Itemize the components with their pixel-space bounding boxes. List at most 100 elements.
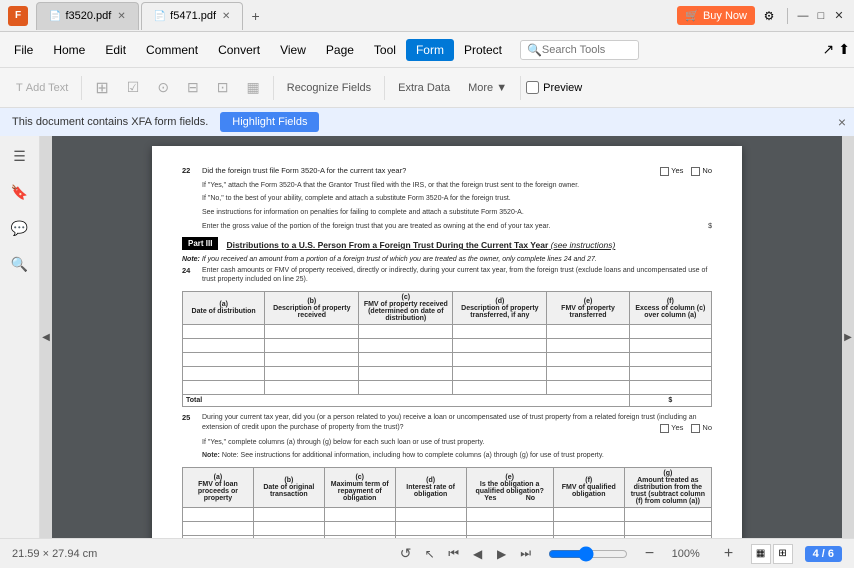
toolbar-icon-btn-6[interactable]: ▦ <box>239 76 268 99</box>
tab-close-1[interactable]: ✕ <box>117 11 125 22</box>
table-25: (a)FMV of loan proceeds or property (b)D… <box>182 467 712 538</box>
checkbox-no-22[interactable] <box>691 167 700 176</box>
zoom-in-button[interactable]: + <box>719 544 739 564</box>
maximize-button[interactable]: □ <box>814 9 828 23</box>
table-24-header-row: (a)Date of distribution (b)Description o… <box>183 292 712 325</box>
rotate-left-button[interactable]: ↺ <box>396 544 416 564</box>
table-row <box>183 325 712 339</box>
search-icon: 🔍 <box>527 43 542 57</box>
extra-data-button[interactable]: Extra Data <box>390 79 458 97</box>
buy-now-button[interactable]: 🛒 Buy Now <box>677 6 755 25</box>
ifno-text: If "No," to the best of your ability, co… <box>202 194 712 204</box>
zoom-out-button[interactable]: − <box>640 544 660 564</box>
th-25-a: (a)FMV of loan proceeds or property <box>183 468 254 508</box>
pdf-row-25: 25 During your current tax year, did you… <box>182 413 712 433</box>
line-22-text: Did the foreign trust file Form 3520-A f… <box>202 166 712 177</box>
status-bar: 21.59 × 27.94 cm ↺ ↖ ⏮ ◀ ▶ ⏭ − 100% + ▦ … <box>0 538 854 568</box>
no-label-22: No <box>691 166 712 177</box>
app-logo: F <box>8 6 28 26</box>
notification-bar: This document contains XFA form fields. … <box>0 108 854 136</box>
table-row <box>183 353 712 367</box>
preview-toggle[interactable]: Preview <box>526 81 582 94</box>
th-25-d: (d)Interest rate of obligation <box>395 468 466 508</box>
table-row <box>183 367 712 381</box>
pdf-content: 22 Did the foreign trust file Form 3520-… <box>182 166 712 538</box>
table-24-total-row: Total $ <box>183 395 712 407</box>
part-iii-label: Part III <box>182 237 218 250</box>
page-counter-badge: 4 / 6 <box>805 546 842 562</box>
search-input[interactable] <box>542 44 632 56</box>
line-num-24: 24 <box>182 266 202 275</box>
right-panel-toggle[interactable]: ▶ <box>842 136 854 538</box>
zoom-slider-area[interactable] <box>548 546 628 562</box>
cursor-button[interactable]: ↖ <box>420 544 440 564</box>
menu-comment[interactable]: Comment <box>136 39 208 61</box>
toolbar-icon-btn-4[interactable]: ⊟ <box>179 76 207 99</box>
pdf-row-ifno: If "No," to the best of your ability, co… <box>182 194 712 204</box>
tab-f5471[interactable]: 📄 f5471.pdf ✕ <box>141 2 244 30</box>
th-24-b: (b)Description of property received <box>265 292 359 325</box>
upload-icon[interactable]: ⬆ <box>838 41 850 58</box>
add-text-button[interactable]: T Add Text <box>8 79 76 97</box>
zoom-slider[interactable] <box>548 546 628 562</box>
line-25-text: During your current tax year, did you (o… <box>202 413 712 433</box>
th-24-c: (c)FMV of property received (determined … <box>359 292 453 325</box>
pdf-row-penalties: See instructions for information on pena… <box>182 208 712 218</box>
toolbar-icon-btn-3[interactable]: ⊙ <box>149 76 177 99</box>
total-value-24: $ <box>629 395 711 407</box>
pdf-row-25b: If "Yes," complete columns (a) through (… <box>182 438 712 448</box>
add-tab-button[interactable]: + <box>245 8 265 24</box>
toolbar-separator-4 <box>520 76 521 100</box>
highlight-fields-button[interactable]: Highlight Fields <box>220 112 319 132</box>
toolbar-separator-2 <box>273 76 274 100</box>
notification-close-button[interactable]: × <box>838 114 846 130</box>
tab-close-2[interactable]: ✕ <box>222 11 230 22</box>
menu-convert[interactable]: Convert <box>208 39 270 61</box>
external-link-icon[interactable]: ↗ <box>823 41 835 58</box>
menu-form[interactable]: Form <box>406 39 454 61</box>
last-page-button[interactable]: ⏭ <box>516 544 536 564</box>
table-row <box>183 381 712 395</box>
menu-page[interactable]: Page <box>316 39 364 61</box>
toolbar-icon-btn-2[interactable]: ☑ <box>119 76 148 99</box>
toolbar-icon-btn-1[interactable]: ⊞ <box>87 75 116 101</box>
prev-page-button[interactable]: ◀ <box>468 544 488 564</box>
cart-icon: 🛒 <box>685 9 699 22</box>
checkbox-yes-22[interactable] <box>660 167 669 176</box>
sidebar-menu-icon[interactable]: ☰ <box>8 144 32 168</box>
part-iii-row: Part III Distributions to a U.S. Person … <box>182 237 712 254</box>
menu-home[interactable]: Home <box>43 39 95 61</box>
pdf-row-xfa-sub: If "Yes," attach the Form 3520-A that th… <box>182 181 712 191</box>
line-num-22: 22 <box>182 166 202 175</box>
more-button[interactable]: More ▼ <box>460 79 515 97</box>
th-25-c: (c)Maximum term of repayment of obligati… <box>324 468 395 508</box>
menu-edit[interactable]: Edit <box>95 39 136 61</box>
two-page-view-button[interactable]: ⊞ <box>773 544 793 564</box>
single-page-view-button[interactable]: ▦ <box>751 544 771 564</box>
next-page-button[interactable]: ▶ <box>492 544 512 564</box>
preview-checkbox[interactable] <box>526 81 539 94</box>
title-bar-controls: 🛒 Buy Now ⚙ — □ ✕ <box>677 6 846 26</box>
line23-dollar: $ <box>708 222 712 232</box>
menu-file[interactable]: File <box>4 39 43 61</box>
first-page-button[interactable]: ⏮ <box>444 544 464 564</box>
minimize-button[interactable]: — <box>796 9 810 23</box>
pdf-container[interactable]: 22 Did the foreign trust file Form 3520-… <box>52 136 842 538</box>
menu-tool[interactable]: Tool <box>364 39 406 61</box>
menu-view[interactable]: View <box>270 39 316 61</box>
recognize-fields-button[interactable]: Recognize Fields <box>279 79 379 97</box>
settings-icon[interactable]: ⚙ <box>759 6 779 26</box>
sidebar-search-icon[interactable]: 🔍 <box>8 252 32 276</box>
close-button[interactable]: ✕ <box>832 9 846 23</box>
toolbar-icon-btn-5[interactable]: ⊡ <box>209 76 237 99</box>
checkbox-no-25[interactable] <box>691 424 700 433</box>
part-iii-title: Distributions to a U.S. Person From a Fo… <box>226 240 615 250</box>
left-panel-toggle[interactable]: ◀ <box>40 136 52 538</box>
sidebar-comment-icon[interactable]: 💬 <box>8 216 32 240</box>
sidebar-bookmark-icon[interactable]: 🔖 <box>8 180 32 204</box>
tab-f3520[interactable]: 📄 f3520.pdf ✕ <box>36 2 139 30</box>
th-24-d: (d)Description of property transferred, … <box>453 292 547 325</box>
menu-protect[interactable]: Protect <box>454 39 512 61</box>
checkbox-yes-25[interactable] <box>660 424 669 433</box>
search-area[interactable]: 🔍 <box>520 40 639 60</box>
